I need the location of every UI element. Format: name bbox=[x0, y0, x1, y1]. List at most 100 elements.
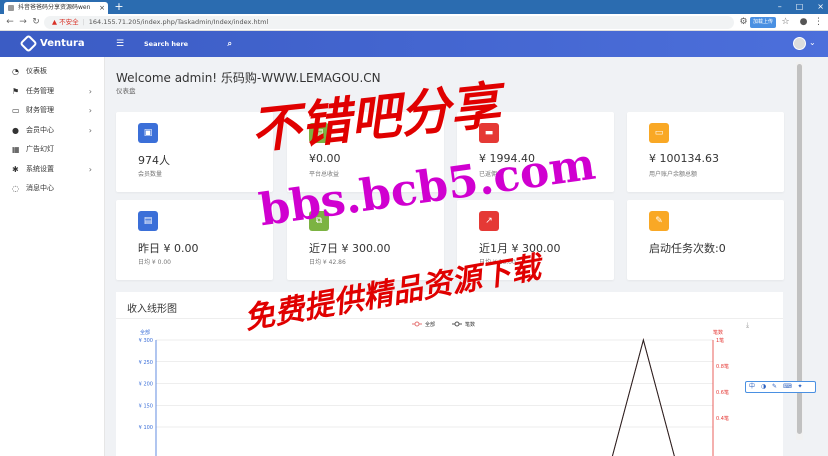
ime-toolbar[interactable]: 中 ◑ ✎ ⌨ ✦ bbox=[745, 381, 816, 393]
chevron-right-icon: › bbox=[88, 164, 92, 174]
sidebar-item-label: 仪表板 bbox=[26, 67, 47, 75]
chart-title: 收入线形图 bbox=[127, 304, 177, 315]
folder-icon: ▭ bbox=[649, 123, 669, 143]
stat-card: ▤ 昨日 ¥ 0.00 日均 ¥ 0.00 bbox=[116, 200, 273, 280]
hamburger-icon[interactable]: ☰ bbox=[116, 39, 124, 49]
sidebar: ◔ 仪表板 ⚑ 任务管理 › ▭ 财务管理 › ● 会员中心 › ▦ 广告幻灯 ✱ 系统设置 › ◌ 消息中心 bbox=[0, 57, 105, 456]
series-line bbox=[611, 338, 675, 456]
inbox-icon: ▭ bbox=[12, 106, 20, 115]
profile-icon[interactable]: ● bbox=[798, 17, 809, 28]
app-header: Ventura ☰ Search here ⌕ bbox=[0, 31, 828, 57]
y2-tick-label: 0.4笔 bbox=[716, 415, 729, 422]
grid-icon: ▦ bbox=[12, 145, 20, 154]
wrench-icon: ✎ bbox=[649, 211, 669, 231]
user-icon: ● bbox=[12, 125, 19, 135]
menu-icon[interactable]: ⋮ bbox=[813, 17, 824, 28]
income-chart-card: 收入线形图 全部 笔数 全部 笔数 ¥ 300 ¥ 250 ¥ 200 ¥ 150 ¥ 100 1… bbox=[116, 292, 783, 456]
back-icon[interactable]: ← bbox=[4, 16, 16, 28]
chart-legend: 全部 笔数 bbox=[412, 321, 475, 328]
sidebar-item-label: 财务管理 bbox=[26, 106, 54, 114]
close-tab-icon[interactable]: × bbox=[99, 2, 105, 14]
sidebar-item-label: 广告幻灯 bbox=[26, 145, 54, 153]
message-icon: ◌ bbox=[12, 184, 19, 193]
favicon-icon bbox=[8, 5, 14, 11]
maximize-icon[interactable]: □ bbox=[796, 0, 804, 14]
gear-icon: ✱ bbox=[12, 164, 19, 174]
sidebar-item-label: 系统设置 bbox=[26, 164, 54, 173]
chevron-right-icon: › bbox=[88, 125, 92, 135]
y-tick-label: ¥ 250 bbox=[139, 360, 153, 366]
user-card-icon: ▣ bbox=[138, 123, 158, 143]
y2-tick-label: 0.8笔 bbox=[716, 363, 729, 370]
extension-badge[interactable]: 加载上传 bbox=[750, 17, 776, 28]
y-tick-label: ¥ 150 bbox=[139, 403, 153, 409]
browser-tab-bar: 抖音爸爸码分享资源码wen × + – □ × bbox=[0, 0, 828, 14]
chevron-down-icon[interactable]: ⌄ bbox=[809, 38, 816, 47]
stat-label: 日均 ¥ 42.86 bbox=[309, 259, 346, 266]
sidebar-item-label: 消息中心 bbox=[26, 184, 54, 192]
sidebar-item[interactable]: ✱ 系统设置 › bbox=[0, 160, 104, 180]
y2-tick-label: 1笔 bbox=[716, 337, 724, 344]
scrollbar-thumb[interactable] bbox=[797, 64, 802, 434]
dashboard-icon: ◔ bbox=[12, 67, 19, 76]
legend-marker bbox=[414, 321, 420, 327]
left-axis-label: 全部 bbox=[140, 329, 150, 336]
stat-value: ¥ 100134.63 bbox=[649, 152, 719, 165]
y-tick-label: ¥ 300 bbox=[139, 338, 153, 344]
minimize-icon[interactable]: – bbox=[778, 0, 782, 14]
reload-icon[interactable]: ↻ bbox=[30, 16, 42, 28]
sidebar-item[interactable]: ◔ 仪表板 bbox=[0, 62, 104, 82]
warning-icon: ▲ bbox=[52, 18, 57, 26]
address-bar: ← → ↻ ▲ 不安全 | 164.155.71.205/index.php/Tas… bbox=[0, 14, 828, 31]
sidebar-item-label: 任务管理 bbox=[26, 86, 54, 95]
search-input[interactable]: Search here ⌕ bbox=[144, 37, 239, 51]
new-tab-button[interactable]: + bbox=[113, 1, 125, 13]
income-line-chart: 全部 笔数全部 笔数¥ 300¥ 250¥ 200¥ 150¥ 1001笔0.8笔0… bbox=[139, 321, 749, 456]
money-icon: ▤ bbox=[138, 211, 158, 231]
brand-name: Ventura bbox=[40, 38, 85, 49]
avatar[interactable] bbox=[793, 37, 806, 50]
star-icon[interactable]: ☆ bbox=[780, 17, 791, 28]
y-tick-label: ¥ 100 bbox=[139, 425, 153, 431]
browser-tab[interactable]: 抖音爸爸码分享资源码wen × bbox=[4, 2, 108, 14]
forward-icon[interactable]: → bbox=[17, 16, 29, 28]
trend-icon: ↗ bbox=[479, 211, 499, 231]
stat-value: 近7日 ¥ 300.00 bbox=[309, 242, 391, 255]
stat-card: ✎ 启动任务次数:0 bbox=[627, 200, 784, 280]
right-axis-label: 笔数 bbox=[713, 329, 723, 336]
y-tick-label: ¥ 200 bbox=[139, 382, 153, 388]
stat-label: 会员数量 bbox=[138, 171, 163, 178]
url-text: 164.155.71.205/index.php/Taskadmin/Index… bbox=[88, 18, 269, 26]
window-controls: – □ × bbox=[778, 0, 824, 14]
stat-card: ▭ ¥ 100134.63 用户账户余额总额 bbox=[627, 112, 784, 192]
flag-icon: ⚑ bbox=[12, 86, 20, 96]
sidebar-item[interactable]: ◌ 消息中心 bbox=[0, 179, 104, 199]
extension-icon[interactable]: ⚙ bbox=[738, 17, 749, 28]
sidebar-item[interactable]: ▦ 广告幻灯 bbox=[0, 140, 104, 160]
logo-icon bbox=[19, 34, 38, 53]
legend-label: 笔数 bbox=[465, 321, 475, 328]
stat-label: 用户账户余额总额 bbox=[649, 171, 698, 178]
search-icon[interactable]: ⌕ bbox=[228, 37, 232, 51]
stat-label: 日均 ¥ 0.00 bbox=[138, 259, 171, 266]
brand-logo[interactable]: Ventura bbox=[19, 34, 85, 53]
chevron-right-icon: › bbox=[88, 86, 92, 96]
tab-title: 抖音爸爸码分享资源码wen bbox=[18, 4, 91, 11]
series-line bbox=[611, 338, 675, 456]
sidebar-list: ◔ 仪表板 ⚑ 任务管理 › ▭ 财务管理 › ● 会员中心 › ▦ 广告幻灯 ✱ 系统设置 › ◌ 消息中心 bbox=[0, 57, 104, 199]
sidebar-item[interactable]: ● 会员中心 › bbox=[0, 121, 104, 141]
download-icon[interactable]: ⤓ bbox=[746, 321, 749, 329]
legend-marker bbox=[454, 321, 460, 327]
stat-value: 昨日 ¥ 0.00 bbox=[138, 242, 199, 255]
close-window-icon[interactable]: × bbox=[817, 0, 824, 14]
sidebar-item-label: 会员中心 bbox=[26, 125, 54, 134]
sidebar-item[interactable]: ▭ 财务管理 › bbox=[0, 101, 104, 121]
breadcrumb: 仪表盘 bbox=[116, 87, 136, 95]
insecure-label: 不安全 bbox=[59, 18, 79, 26]
y2-tick-label: 0.6笔 bbox=[716, 389, 729, 396]
sidebar-item[interactable]: ⚑ 任务管理 › bbox=[0, 82, 104, 102]
url-field[interactable]: ▲ 不安全 | 164.155.71.205/index.php/Taskadmin… bbox=[44, 16, 734, 29]
legend-label: 全部 bbox=[425, 321, 435, 328]
chevron-right-icon: › bbox=[88, 106, 92, 115]
stat-value: 974人 bbox=[138, 154, 170, 167]
